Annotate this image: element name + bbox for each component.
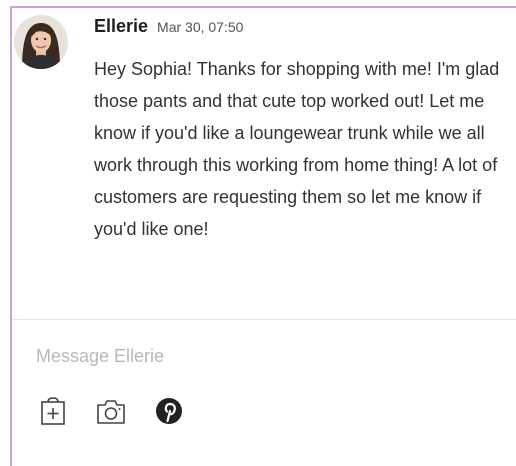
message-body: Hey Sophia! Thanks for shopping with me!…	[94, 59, 500, 239]
add-to-box-icon[interactable]	[36, 394, 70, 428]
message-input[interactable]	[36, 338, 476, 374]
camera-icon[interactable]	[94, 394, 128, 428]
message-header: Ellerie Mar 30, 07:50	[94, 16, 243, 37]
message-timestamp: Mar 30, 07:50	[157, 19, 244, 35]
divider	[12, 319, 516, 320]
avatar[interactable]	[14, 15, 68, 69]
pinterest-icon[interactable]	[152, 394, 186, 428]
avatar-image	[14, 15, 68, 69]
sender-name[interactable]: Ellerie	[94, 16, 148, 36]
